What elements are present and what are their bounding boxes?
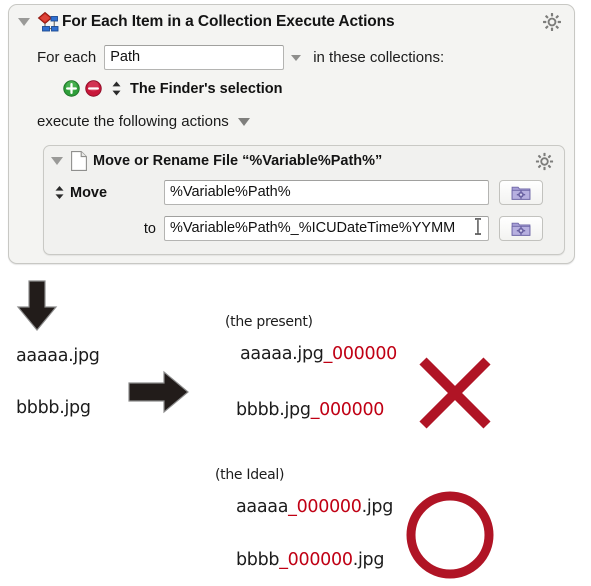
ideal-file-ext: .jpg (361, 497, 394, 517)
disclosure-triangle-icon[interactable] (51, 157, 63, 165)
caret-down-icon[interactable] (237, 117, 250, 126)
present-file-name: bbbb.jpg_000000 (236, 400, 384, 420)
move-operation-selector[interactable]: Move (54, 184, 164, 201)
ideal-file-suffix: _000000 (279, 550, 353, 570)
in-these-collections-label: in these collections: (313, 49, 445, 66)
ideal-file-name: aaaaa_000000.jpg (236, 497, 393, 517)
up-down-stepper-icon[interactable] (111, 80, 122, 97)
source-file-name: aaaaa.jpg (16, 346, 100, 366)
i-beam-text-cursor-icon (474, 218, 482, 235)
for-each-combo[interactable]: Path (104, 45, 302, 70)
present-file-name: aaaaa.jpg_000000 (240, 344, 397, 364)
for-each-row: For each Path in these collections: (37, 45, 444, 70)
ideal-file-ext: .jpg (352, 550, 385, 570)
move-destination-input-wrap[interactable]: %Variable%Path%_%ICUDateTime%YYMM (164, 216, 489, 241)
arrow-right-icon (128, 370, 190, 419)
ideal-file-base: aaaaa (236, 497, 289, 517)
collections-row: The Finder's selection (63, 80, 283, 97)
minus-circle-icon[interactable] (85, 80, 102, 97)
up-down-stepper-icon[interactable] (54, 184, 65, 201)
gear-icon[interactable] (540, 10, 564, 34)
document-file-icon (71, 151, 87, 171)
for-each-action-panel: For Each Item in a Collection Execute Ac… (8, 4, 575, 264)
present-file-base: bbbb.jpg (236, 400, 311, 420)
circle-o-icon (404, 489, 496, 586)
move-operation-label: Move (70, 184, 108, 201)
action-panel-header: For Each Item in a Collection Execute Ac… (9, 5, 574, 39)
ideal-caption: (the Ideal) (215, 467, 285, 483)
execute-actions-label: execute the following actions (37, 113, 229, 130)
ideal-file-name: bbbb_000000.jpg (236, 550, 384, 570)
move-rename-action-panel: Move or Rename File “%Variable%Path%” Mo… (43, 145, 565, 255)
present-file-base: aaaaa.jpg (240, 344, 324, 364)
arrow-down-icon (16, 280, 58, 337)
present-caption: (the present) (225, 314, 313, 330)
to-label: to (143, 220, 156, 237)
move-source-row: Move %Variable%Path% (44, 180, 564, 205)
present-file-suffix: _000000 (323, 344, 398, 364)
move-rename-title: Move or Rename File “%Variable%Path%” (93, 153, 383, 169)
rename-result-diagram: aaaaa.jpg bbbb.jpg (the present) aaaaa.j… (0, 264, 591, 579)
action-panel-title: For Each Item in a Collection Execute Ac… (62, 13, 395, 30)
plus-circle-icon[interactable] (63, 80, 80, 97)
folder-gear-icon[interactable] (499, 216, 543, 241)
collection-source-label[interactable]: The Finder's selection (130, 81, 283, 97)
present-file-suffix: _000000 (310, 400, 385, 420)
for-each-variable-input[interactable]: Path (104, 45, 285, 70)
move-source-input[interactable]: %Variable%Path% (164, 180, 489, 205)
gear-icon[interactable] (532, 149, 556, 173)
flowchart-diamond-icon (37, 11, 59, 33)
source-file-name: bbbb.jpg (16, 398, 91, 418)
folder-gear-icon[interactable] (499, 180, 543, 205)
chevron-down-icon[interactable] (291, 54, 302, 61)
disclosure-triangle-icon[interactable] (18, 18, 30, 26)
ideal-file-base: bbbb (236, 550, 280, 570)
move-destination-input[interactable]: %Variable%Path%_%ICUDateTime%YYMM (170, 220, 455, 236)
for-each-label: For each (37, 49, 97, 66)
move-destination-row: to %Variable%Path%_%ICUDateTime%YYMM (44, 216, 564, 241)
move-rename-header: Move or Rename File “%Variable%Path%” (44, 146, 564, 176)
cross-x-icon (416, 354, 494, 437)
ideal-file-suffix: _000000 (288, 497, 362, 517)
execute-actions-row[interactable]: execute the following actions (37, 113, 250, 130)
